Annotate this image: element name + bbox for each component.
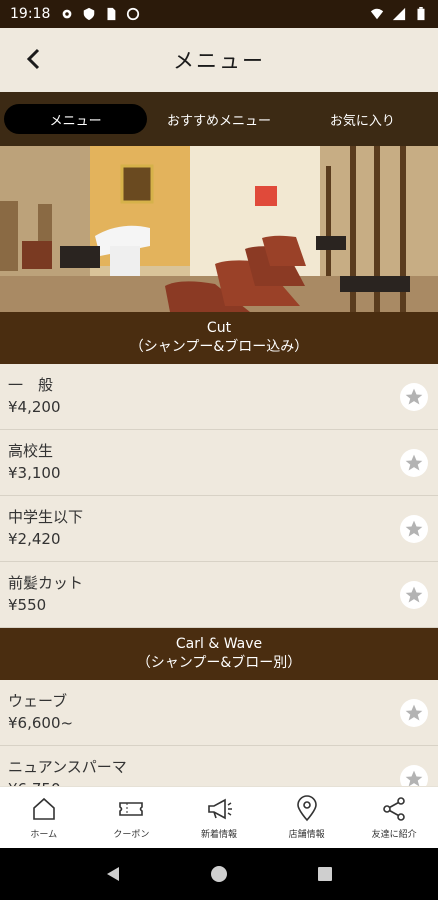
section-subtitle: （シャンプー&ブロー別） <box>136 655 302 671</box>
battery-icon <box>417 7 425 21</box>
menu-item-price: ¥6,600~ <box>8 714 74 732</box>
nav-share[interactable]: 友達に紹介 <box>350 787 438 848</box>
star-icon <box>405 586 423 603</box>
menu-item-price: ¥550 <box>8 596 47 614</box>
section-header-cut: Cut （シャンプー&ブロー込み） <box>0 312 438 364</box>
bottom-nav: ホーム クーポン 新着情報 店舗情報 友達に紹介 <box>0 786 438 848</box>
star-icon <box>405 388 423 405</box>
status-bar: 19:18 <box>0 0 438 28</box>
star-icon <box>405 454 423 471</box>
menu-item-name: 高校生 <box>8 442 54 460</box>
nav-news[interactable]: 新着情報 <box>175 787 263 848</box>
favorite-star-button[interactable] <box>400 581 428 609</box>
menu-item-price: ¥3,100 <box>8 464 61 482</box>
back-button[interactable] <box>18 44 48 74</box>
section-title: Cut <box>206 320 232 336</box>
nav-label: クーポン <box>113 830 150 840</box>
menu-item-name: ウェーブ <box>8 692 68 710</box>
app-header: メニュー <box>0 28 438 92</box>
megaphone-icon <box>208 798 232 820</box>
chevron-left-icon <box>26 48 40 70</box>
app-screen: メニュー メニュー おすすめメニュー お気に入り Cut （シャンプー&ブロー込… <box>0 28 438 848</box>
menu-item[interactable]: 前髪カット ¥550 <box>0 562 438 628</box>
settings-icon <box>62 9 72 19</box>
menu-item[interactable]: 高校生 ¥3,100 <box>0 430 438 496</box>
coupon-icon <box>119 802 144 816</box>
tab-menu[interactable]: メニュー <box>4 104 148 134</box>
tab-recommended-menu[interactable]: おすすめメニュー <box>147 104 290 134</box>
section-subtitle: （シャンプー&ブロー込み） <box>129 339 309 355</box>
status-time: 19:18 <box>10 6 51 22</box>
salon-interior-image <box>0 146 438 312</box>
nav-store-info[interactable]: 店舗情報 <box>263 787 351 848</box>
home-circle-icon[interactable] <box>210 865 228 883</box>
menu-item[interactable]: ウェーブ ¥6,600~ <box>0 680 438 746</box>
menu-item-name: 前髪カット <box>8 574 84 592</box>
nav-label: 新着情報 <box>200 830 237 840</box>
data-saver-icon <box>127 7 140 21</box>
nav-label: 店舗情報 <box>288 830 325 840</box>
page-title: メニュー <box>173 49 265 73</box>
system-nav-bar <box>0 848 438 900</box>
sim-card-icon <box>107 7 116 21</box>
favorite-star-button[interactable] <box>400 515 428 543</box>
nav-label: 友達に紹介 <box>371 830 417 840</box>
signal-icon <box>392 7 406 21</box>
star-icon <box>405 704 423 721</box>
nav-label: ホーム <box>30 830 58 840</box>
nav-coupon[interactable]: クーポン <box>88 787 176 848</box>
recents-square-icon[interactable] <box>316 865 334 883</box>
favorite-star-button[interactable] <box>400 699 428 727</box>
menu-item[interactable]: 中学生以下 ¥2,420 <box>0 496 438 562</box>
home-icon <box>32 797 55 820</box>
tab-bar: メニュー おすすめメニュー お気に入り <box>0 92 438 146</box>
star-icon <box>405 520 423 537</box>
back-triangle-icon[interactable] <box>104 865 122 883</box>
section-header-carl-wave: Carl & Wave （シャンプー&ブロー別） <box>0 628 438 680</box>
tab-favorites[interactable]: お気に入り <box>291 104 434 134</box>
share-icon <box>383 797 405 821</box>
location-pin-icon <box>296 795 317 822</box>
shield-icon <box>84 7 95 21</box>
menu-item-price: ¥2,420 <box>8 530 61 548</box>
favorite-star-button[interactable] <box>400 383 428 411</box>
section-title: Carl & Wave <box>175 636 263 652</box>
favorite-star-button[interactable] <box>400 449 428 477</box>
menu-item-price: ¥4,200 <box>8 398 61 416</box>
menu-item-name: ニュアンスパーマ <box>8 758 127 776</box>
menu-item[interactable]: 一 般 ¥4,200 <box>0 364 438 430</box>
menu-item-name: 中学生以下 <box>8 508 84 526</box>
wifi-icon <box>370 8 384 20</box>
nav-home[interactable]: ホーム <box>0 787 88 848</box>
menu-item-name: 一 般 <box>8 376 54 394</box>
